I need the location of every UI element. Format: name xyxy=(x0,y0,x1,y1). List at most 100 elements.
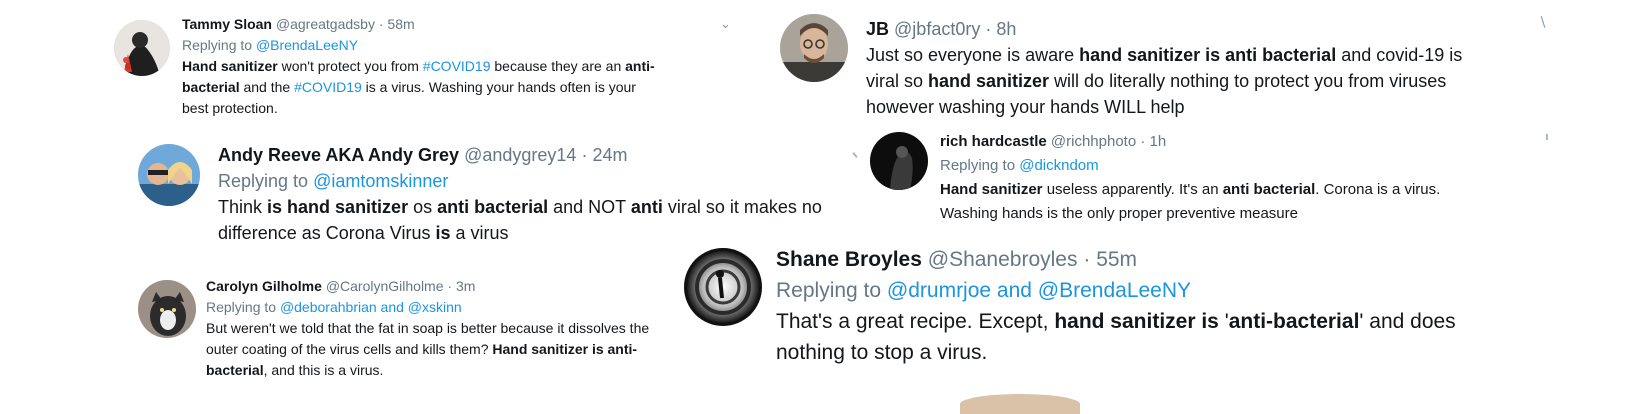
tweet-header: Andy Reeve AKA Andy Grey @andygrey14 · 2… xyxy=(218,142,858,168)
chevron-down-icon[interactable] xyxy=(1546,134,1548,140)
timestamp[interactable]: 8h xyxy=(996,19,1016,39)
keyword-highlight: is xyxy=(435,223,451,243)
tweet-header: Carolyn Gilholme @CarolynGilholme · 3m xyxy=(206,276,766,297)
tweet-text-segment: difference as Corona Virus xyxy=(218,223,436,243)
replying-to: Replying to @iamtomskinner xyxy=(218,168,858,194)
replying-prefix: Replying to xyxy=(182,37,256,53)
dot-separator: · xyxy=(447,278,453,294)
tweet-text-segment: best protection. xyxy=(182,100,278,116)
tweet-text: But weren't we told that the fat in soap… xyxy=(206,318,766,381)
tweet-text: That's a great recipe. Except, hand sani… xyxy=(776,306,1536,368)
keyword-highlight: anti-bacterial xyxy=(1228,310,1360,333)
keyword-highlight: Hand sanitizer is anti- xyxy=(492,341,638,357)
replying-to: Replying to @deborahbrian and @xskinn xyxy=(206,297,766,318)
chevron-down-icon[interactable]: ⌄ xyxy=(720,16,731,32)
user-handle[interactable]: @jbfact0ry xyxy=(894,19,980,39)
user-handle[interactable]: @andygrey14 xyxy=(464,145,576,165)
timestamp[interactable]: 24m xyxy=(592,145,627,165)
tweet-text-segment: and the xyxy=(239,79,295,95)
replying-to-link[interactable]: @drumrjoe and @BrendaLeeNY xyxy=(887,279,1191,302)
avatar[interactable] xyxy=(138,144,200,206)
tweet-text-line: Hand sanitizer useless apparently. It's … xyxy=(940,178,1560,202)
avatar[interactable] xyxy=(138,280,196,338)
display-name[interactable]: Carolyn Gilholme xyxy=(206,278,322,294)
tweet-text-segment: Washing hands is the only proper prevent… xyxy=(940,205,1298,222)
tweet-text-line: bacterial, and this is a virus. xyxy=(206,360,766,381)
keyword-highlight: anti bacterial xyxy=(437,197,549,217)
tweet-text-segment: won't protect you from xyxy=(277,58,423,74)
timestamp[interactable]: 55m xyxy=(1096,248,1137,271)
keyword-highlight: is hand sanitizer xyxy=(267,197,409,217)
tweet-jb[interactable]: JB @jbfact0ry · 8h Just so everyone is a… xyxy=(780,10,1600,122)
keyword-highlight: Hand sanitizer xyxy=(182,58,278,74)
timestamp[interactable]: 58m xyxy=(387,16,414,32)
keyword-highlight: anti- xyxy=(625,58,655,74)
tweet-text-segment: nothing to stop a virus. xyxy=(776,341,988,364)
user-handle[interactable]: @CarolynGilholme xyxy=(326,278,444,294)
tweet-text-segment: ' xyxy=(1218,310,1229,333)
tweet-shane-broyles[interactable]: Shane Broyles @Shanebroyles · 55m Replyi… xyxy=(684,242,1584,372)
tweet-text-segment: But weren't we told that the fat in soap… xyxy=(206,320,650,336)
tweet-andy-reeve[interactable]: Andy Reeve AKA Andy Grey @andygrey14 · 2… xyxy=(138,140,858,250)
tweet-carolyn-gilholme[interactable]: Carolyn Gilholme @CarolynGilholme · 3m R… xyxy=(138,276,758,402)
replying-prefix: Replying to xyxy=(206,299,280,315)
tweet-text: Hand sanitizer useless apparently. It's … xyxy=(940,178,1560,226)
keyword-highlight: bacterial xyxy=(182,79,240,95)
tweet-text-segment: and NOT xyxy=(548,197,631,217)
hashtag-link[interactable]: #COVID19 xyxy=(423,58,491,74)
tweet-text-line: best protection. xyxy=(182,98,742,119)
replying-prefix: Replying to xyxy=(776,279,887,302)
tweet-text-line: Just so everyone is aware hand sanitizer… xyxy=(866,42,1566,68)
tweet-text-segment: os xyxy=(408,197,438,217)
user-handle[interactable]: @Shanebroyles xyxy=(928,248,1078,271)
tweet-text-segment: viral so xyxy=(866,71,929,91)
display-name[interactable]: Shane Broyles xyxy=(776,248,922,271)
keyword-highlight: hand sanitizer is xyxy=(1054,310,1219,333)
dot-separator: · xyxy=(1140,133,1146,150)
tweet-text-segment: will do literally nothing to protect you… xyxy=(1049,71,1447,91)
avatar[interactable] xyxy=(780,14,848,82)
replying-to-link[interactable]: @iamtomskinner xyxy=(313,171,448,191)
tweet-text: Just so everyone is aware hand sanitizer… xyxy=(866,42,1566,120)
display-name[interactable]: Andy Reeve AKA Andy Grey xyxy=(218,145,459,165)
keyword-highlight: hand sanitizer xyxy=(928,71,1050,91)
tweet-text-segment: because they are an xyxy=(490,58,626,74)
replying-to-link[interactable]: @deborahbrian and @xskinn xyxy=(280,299,462,315)
tweet-tammy-sloan[interactable]: Tammy Sloan @agreatgadsby · 58m Replying… xyxy=(114,14,734,134)
display-name[interactable]: Tammy Sloan xyxy=(182,16,272,32)
replying-to-link[interactable]: @dickndom xyxy=(1019,157,1098,174)
tweet-text-line: nothing to stop a virus. xyxy=(776,337,1536,368)
dot-separator: · xyxy=(1083,248,1091,271)
tweet-header: Shane Broyles @Shanebroyles · 55m xyxy=(776,244,1536,275)
tweet-text-line: That's a great recipe. Except, hand sani… xyxy=(776,306,1536,337)
tweet-header: rich hardcastle @richhphoto · 1h xyxy=(940,130,1560,154)
avatar[interactable] xyxy=(114,20,170,76)
avatar[interactable] xyxy=(870,132,928,190)
tweet-text-segment: . Corona is a virus. xyxy=(1315,181,1441,198)
tweet-text-segment: Just so everyone is aware xyxy=(866,45,1080,65)
keyword-highlight: bacterial xyxy=(206,362,264,378)
timestamp[interactable]: 3m xyxy=(456,278,475,294)
display-name[interactable]: JB xyxy=(866,19,889,39)
dot-separator: · xyxy=(985,19,992,39)
tweet-text-line: Think is hand sanitizer os anti bacteria… xyxy=(218,194,858,220)
hashtag-link[interactable]: #COVID19 xyxy=(294,79,362,95)
tweet-text: Think is hand sanitizer os anti bacteria… xyxy=(218,194,858,246)
user-handle[interactable]: @agreatgadsby xyxy=(276,16,375,32)
display-name[interactable]: rich hardcastle xyxy=(940,133,1047,150)
replying-to-link[interactable]: @BrendaLeeNY xyxy=(256,37,358,53)
tweet-rich-hardcastle[interactable]: rich hardcastle @richhphoto · 1h Replyin… xyxy=(870,130,1570,230)
partial-avatar xyxy=(960,394,1080,414)
tweet-text-segment: and covid-19 is xyxy=(1336,45,1463,65)
tweet-text-segment: , and this is a virus. xyxy=(263,362,384,378)
chevron-down-icon[interactable]: ∖ xyxy=(1538,14,1547,31)
tweet-text-line: viral so hand sanitizer will do literall… xyxy=(866,68,1566,94)
keyword-highlight: anti bacterial xyxy=(1222,181,1316,198)
timestamp[interactable]: 1h xyxy=(1150,133,1167,150)
tweet-header: Tammy Sloan @agreatgadsby · 58m xyxy=(182,14,742,35)
tweet-text-segment: viral so it makes no xyxy=(662,197,822,217)
user-handle[interactable]: @richhphoto xyxy=(1051,133,1136,150)
tweet-text-segment: outer coating of the virus cells and kil… xyxy=(206,341,493,357)
tweet-text-line: Hand sanitizer won't protect you from #C… xyxy=(182,56,742,77)
keyword-highlight: hand sanitizer is anti bacterial xyxy=(1079,45,1337,65)
